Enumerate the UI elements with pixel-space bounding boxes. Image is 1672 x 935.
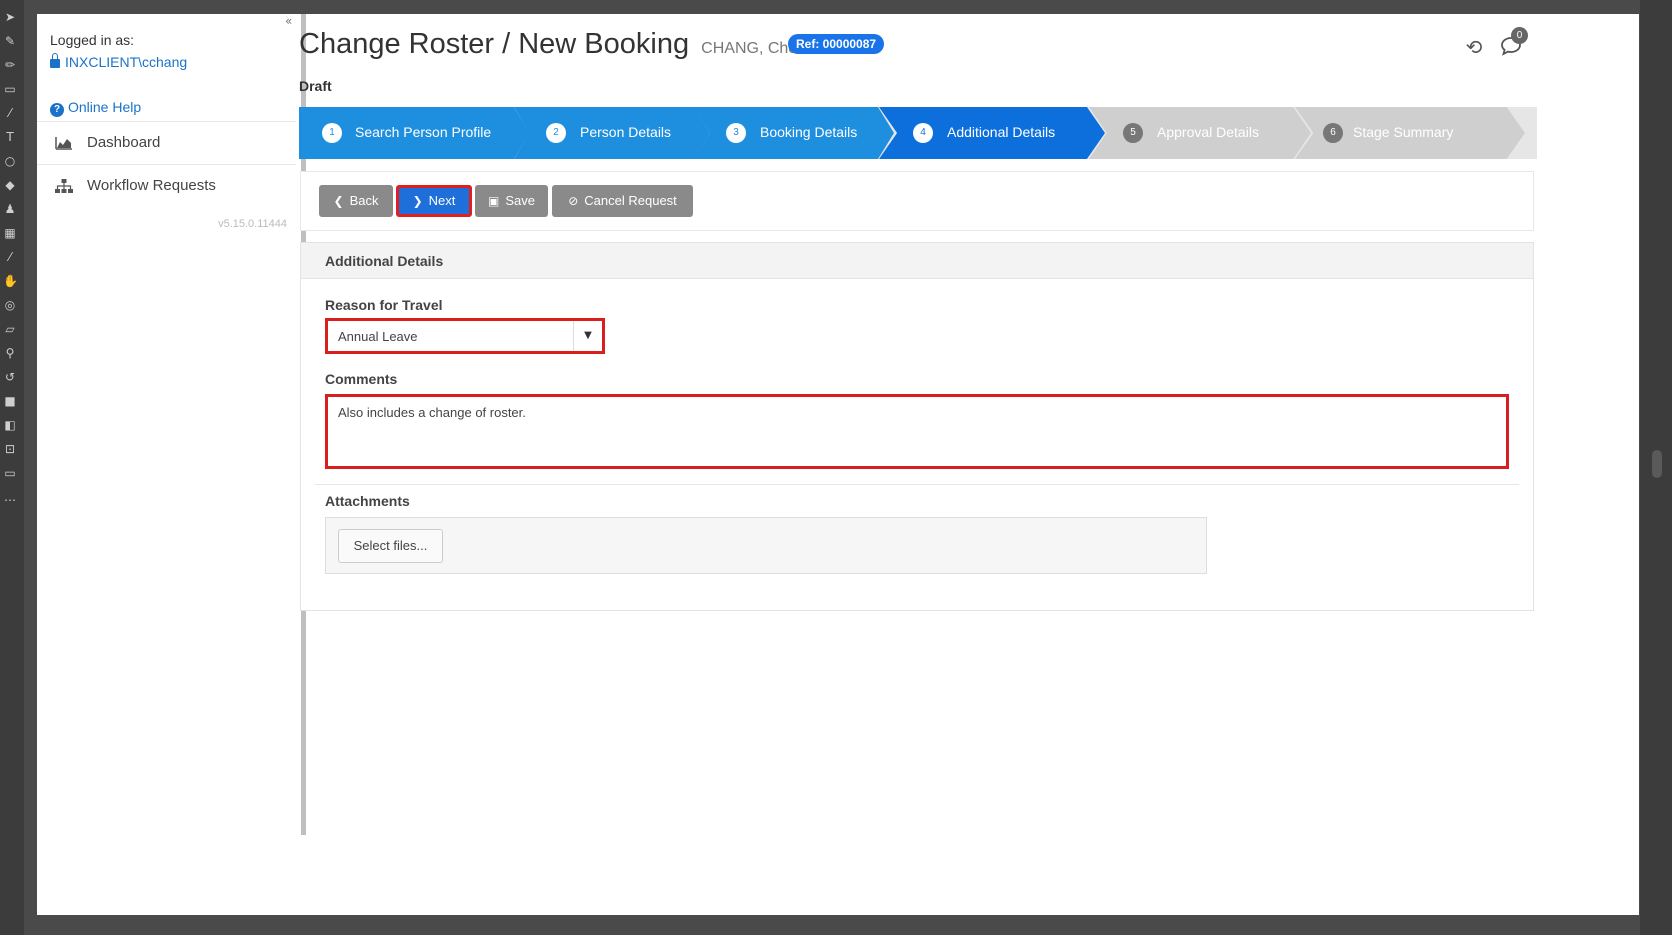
text-tool-icon[interactable]: T [3,130,17,144]
panel-header: Additional Details [301,243,1533,279]
step-number: 4 [913,123,933,143]
sitemap-icon [55,179,73,193]
save-button[interactable]: ▣ Save [475,185,548,217]
sidebar: « Logged in as: INXCLIENT\cchang ? Online… [37,14,306,835]
stamp-tool-icon[interactable]: ♟ [3,202,17,216]
online-help-link[interactable]: ? Online Help [50,99,141,117]
page-title: Change Roster / New Booking CHANG, Cho [299,28,797,61]
brush-tool-icon[interactable]: ⁄ [3,106,17,120]
step-label: Additional Details [947,124,1056,140]
cancel-request-button[interactable]: ⊘ Cancel Request [552,185,693,217]
sidebar-item-label: Dashboard [87,134,161,151]
back-button[interactable]: ❮ Back [319,185,393,217]
eraser-tool-icon[interactable]: ◆ [3,178,17,192]
step-number: 6 [1323,123,1343,143]
step-search-person-profile[interactable]: 1 Search Person Profile [299,107,530,159]
chevron-left-icon: ❮ [333,194,344,208]
panel-title: Additional Details [325,253,444,269]
page-title-text: Change Roster / New Booking [299,28,690,60]
wizard-stepper: 6 Stage Summary 5 Approval Details 4 Add… [299,107,1537,159]
notification-count-badge: 0 [1511,27,1528,44]
eyedropper-tool-icon[interactable]: ⁄ [3,250,17,264]
step-additional-details[interactable]: 4 Additional Details [879,107,1105,159]
editor-toolbar: ➤ ✎ ✏ ▭ ⁄ T ○ ◆ ♟ ▦ ⁄ ✋ ◎ ▱ ⚲ ↺ ■ ◧ ⊡ ▭ … [0,0,24,935]
step-person-details[interactable]: 2 Person Details [514,107,710,159]
status-label: Draft [299,78,332,94]
additional-details-panel: Additional Details Reason for Travel Ann… [300,242,1534,611]
sidebar-item-dashboard[interactable]: Dashboard [37,121,296,164]
next-button[interactable]: ❯ Next [396,185,472,217]
username-text: INXCLIENT\cchang [65,54,188,70]
question-circle-icon: ? [50,103,64,117]
hand-tool-icon[interactable]: ✋ [3,274,18,288]
version-text: v5.15.0.11444 [218,218,287,230]
lock-icon [50,53,60,68]
step-number: 1 [322,123,342,143]
lasso-tool-icon[interactable]: ○ [3,154,17,168]
scroll-handle[interactable] [1652,450,1662,478]
swap-colors-icon[interactable]: ↺ [3,370,17,384]
cancel-button-label: Cancel Request [584,193,677,208]
attachments-dropzone[interactable]: Select files... [325,517,1207,574]
floppy-disk-icon: ▣ [488,194,500,208]
step-approval-details[interactable]: 5 Approval Details [1089,107,1311,159]
editor-bottom-strip [24,915,1640,935]
action-toolbar: ❮ Back ❯ Next ▣ Save ⊘ Cancel Request [300,171,1534,231]
more-tools-icon[interactable]: … [3,490,17,504]
zoom-tool-icon[interactable]: ⚲ [3,346,17,360]
crop-tool-icon[interactable]: ▱ [3,322,17,336]
color-swatch-icon[interactable]: ■ [3,394,17,408]
save-button-label: Save [505,193,535,208]
help-link-label: Online Help [68,99,142,115]
attachments-label: Attachments [325,493,410,509]
gradient-tool-icon[interactable]: ▦ [3,226,17,240]
back-button-label: Back [349,193,379,208]
select-files-button[interactable]: Select files... [338,529,443,563]
next-button-label: Next [428,193,456,208]
chevron-right-icon: ❯ [412,194,423,208]
editor-top-strip [24,0,1640,14]
step-label: Stage Summary [1353,124,1454,140]
pencil-tool-icon[interactable]: ✏ [3,58,17,72]
step-number: 2 [546,123,566,143]
step-number: 3 [726,123,746,143]
step-booking-details[interactable]: 3 Booking Details [694,107,894,159]
editor-right-strip [1640,0,1672,935]
logged-in-user[interactable]: INXCLIENT\cchang [50,53,188,70]
shape-tool-icon[interactable]: ◎ [3,298,17,312]
comments-textarea[interactable]: Also includes a change of roster. [325,394,1509,469]
reason-for-travel-select[interactable]: Annual Leave ▼ [325,318,605,354]
select-tool-icon[interactable]: ➤ [3,10,17,24]
sidebar-item-label: Workflow Requests [87,177,216,194]
step-label: Approval Details [1157,124,1259,140]
reason-for-travel-label: Reason for Travel [325,297,443,313]
step-label: Booking Details [760,124,858,140]
mask-tool-icon[interactable]: ◧ [3,418,17,432]
pen-tool-icon[interactable]: ✎ [3,34,17,48]
ban-icon: ⊘ [568,194,579,208]
comments-value: Also includes a change of roster. [338,405,526,420]
dropdown-caret-icon[interactable]: ▼ [573,321,602,351]
collapse-sidebar-icon[interactable]: « [285,14,292,28]
rectangle-tool-icon[interactable]: ▭ [3,82,17,96]
step-stage-summary[interactable]: 6 Stage Summary [1295,107,1525,159]
step-label: Person Details [580,124,672,140]
login-label: Logged in as: [50,32,135,48]
app-window: « Logged in as: INXCLIENT\cchang ? Online… [37,14,1639,915]
history-icon[interactable]: ⟲ [1463,36,1485,58]
step-number: 5 [1123,123,1143,143]
comments-label: Comments [325,371,398,387]
lock-tool-icon[interactable]: ⊡ [3,442,17,456]
person-name: CHANG, Cho [701,40,798,57]
reason-selected-value: Annual Leave [338,329,418,344]
step-label: Search Person Profile [355,124,492,140]
screen-mode-icon[interactable]: ▭ [3,466,17,480]
area-chart-icon [55,136,72,150]
reference-badge: Ref: 00000087 [788,34,885,54]
section-divider [315,484,1519,485]
sidebar-item-workflow-requests[interactable]: Workflow Requests [37,164,296,207]
